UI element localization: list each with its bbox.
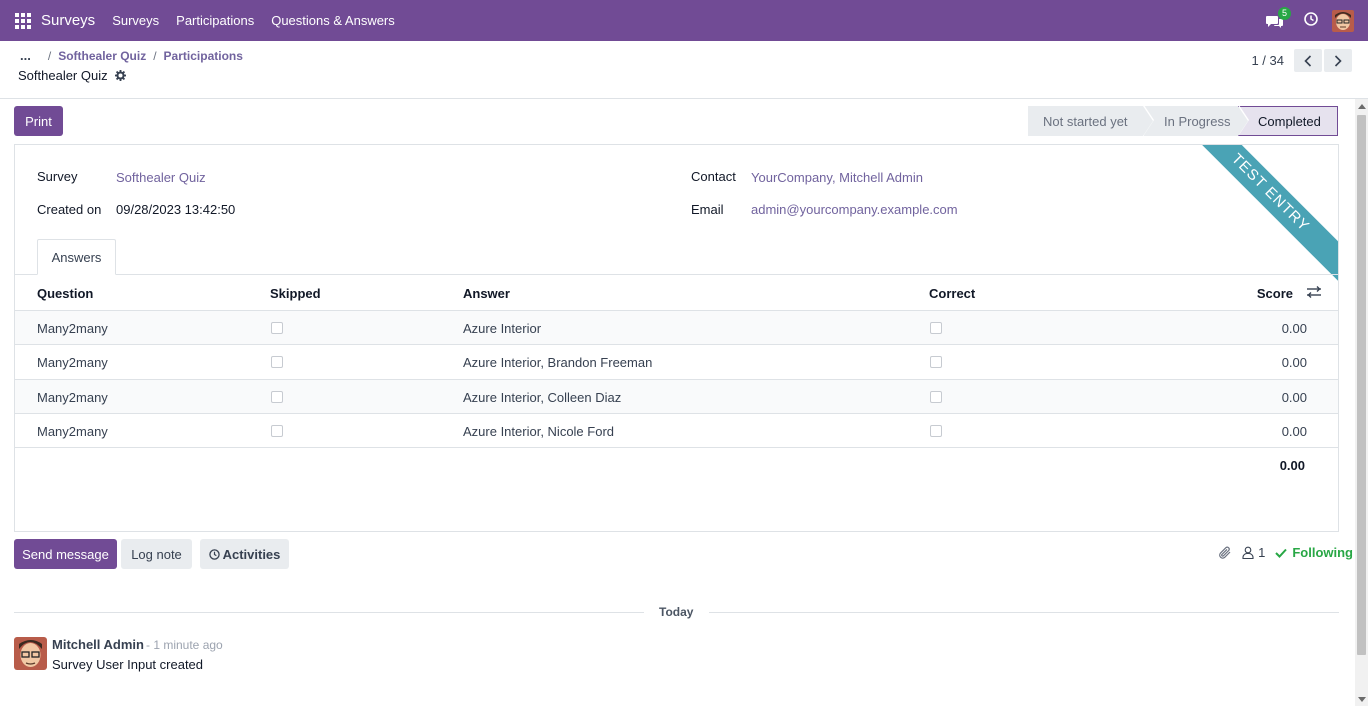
message-time: - 1 minute ago bbox=[146, 638, 223, 652]
breadcrumb-ellipsis[interactable]: ... bbox=[20, 48, 31, 63]
message-author[interactable]: Mitchell Admin bbox=[52, 637, 144, 652]
menu-participations[interactable]: Participations bbox=[176, 13, 254, 28]
col-question[interactable]: Question bbox=[37, 286, 93, 301]
check-icon bbox=[1275, 548, 1288, 558]
table-row[interactable]: Many2many Azure Interior, Brandon Freema… bbox=[15, 344, 1338, 379]
stage-in-progress[interactable]: In Progress bbox=[1143, 105, 1249, 136]
correct-checkbox bbox=[930, 391, 942, 403]
correct-checkbox bbox=[930, 425, 942, 437]
top-navbar: Surveys Surveys Participations Questions… bbox=[0, 0, 1368, 41]
col-skipped[interactable]: Skipped bbox=[270, 286, 321, 301]
message-author-avatar[interactable] bbox=[14, 637, 47, 670]
record-title-text: Softhealer Quiz bbox=[18, 68, 108, 83]
breadcrumb-participations[interactable]: Participations bbox=[164, 49, 243, 63]
col-correct[interactable]: Correct bbox=[929, 286, 975, 301]
table-row[interactable]: Many2many Azure Interior 0.00 bbox=[15, 310, 1338, 345]
skipped-checkbox bbox=[271, 356, 283, 368]
clock-icon bbox=[1304, 12, 1318, 26]
survey-label: Survey bbox=[37, 169, 78, 184]
pager-next-button[interactable] bbox=[1324, 49, 1352, 72]
col-score[interactable]: Score bbox=[1257, 286, 1293, 301]
chevron-left-icon bbox=[1304, 54, 1312, 67]
created-on-value: 09/28/2023 13:42:50 bbox=[116, 202, 236, 217]
user-avatar[interactable] bbox=[1332, 9, 1354, 32]
record-title: Softhealer Quiz bbox=[18, 68, 126, 83]
followers-count: 1 bbox=[1258, 545, 1266, 560]
pager: 1 / 34 bbox=[1251, 49, 1352, 72]
clock-icon bbox=[208, 548, 220, 560]
breadcrumb-survey[interactable]: Softhealer Quiz bbox=[58, 49, 146, 63]
score-total: 0.00 bbox=[1279, 458, 1305, 473]
log-note-button[interactable]: Log note bbox=[121, 539, 192, 569]
contact-link[interactable]: YourCompany, Mitchell Admin bbox=[751, 170, 923, 185]
skipped-checkbox bbox=[271, 322, 283, 334]
scroll-thumb[interactable] bbox=[1357, 115, 1366, 655]
stage-completed[interactable]: Completed bbox=[1238, 106, 1338, 136]
chatter-topbar-right: 1 Following bbox=[1218, 545, 1353, 560]
correct-checkbox bbox=[930, 322, 942, 334]
col-answer[interactable]: Answer bbox=[463, 286, 510, 301]
email-link[interactable]: admin@yourcompany.example.com bbox=[751, 202, 958, 217]
user-icon bbox=[1242, 546, 1254, 559]
scroll-down-arrow[interactable] bbox=[1358, 697, 1366, 702]
app-brand[interactable]: Surveys bbox=[41, 12, 95, 29]
correct-checkbox bbox=[930, 356, 942, 368]
messaging-button[interactable]: 5 bbox=[1266, 6, 1292, 33]
stage-not-started[interactable]: Not started yet bbox=[1028, 105, 1154, 136]
pager-previous-button[interactable] bbox=[1294, 49, 1322, 72]
page-scrollbar[interactable] bbox=[1355, 99, 1368, 706]
send-message-button[interactable]: Send message bbox=[14, 539, 117, 569]
activity-button[interactable] bbox=[1304, 12, 1318, 29]
survey-link[interactable]: Softhealer Quiz bbox=[116, 170, 206, 185]
apps-menu-icon[interactable] bbox=[15, 12, 31, 29]
table-row[interactable]: Many2many Azure Interior, Colleen Diaz 0… bbox=[15, 379, 1338, 414]
breadcrumb: ... / Softhealer Quiz / Participations bbox=[20, 48, 243, 63]
following-button[interactable]: Following bbox=[1275, 545, 1353, 560]
skipped-checkbox bbox=[271, 425, 283, 437]
chat-count-badge: 5 bbox=[1278, 6, 1292, 20]
table-row[interactable]: Many2many Azure Interior, Nicole Ford 0.… bbox=[15, 413, 1338, 448]
print-button[interactable]: Print bbox=[14, 106, 63, 136]
scroll-up-arrow[interactable] bbox=[1358, 104, 1366, 109]
chevron-right-icon bbox=[1334, 54, 1342, 67]
paperclip-icon[interactable] bbox=[1218, 545, 1232, 560]
followers-button[interactable]: 1 bbox=[1242, 545, 1265, 560]
gear-icon[interactable] bbox=[114, 70, 126, 81]
email-label: Email bbox=[691, 202, 724, 217]
menu-questions-answers[interactable]: Questions & Answers bbox=[271, 13, 395, 28]
form-sheet: TEST ENTRY Survey Softhealer Quiz Create… bbox=[14, 144, 1339, 532]
skipped-checkbox bbox=[271, 391, 283, 403]
optional-columns-icon[interactable] bbox=[1307, 286, 1321, 298]
created-on-label: Created on bbox=[37, 202, 102, 217]
message-body: Survey User Input created bbox=[52, 657, 204, 672]
tab-answers[interactable]: Answers bbox=[37, 239, 116, 275]
activities-button[interactable]: Activities bbox=[200, 539, 289, 569]
menu-surveys[interactable]: Surveys bbox=[112, 13, 159, 28]
pager-value[interactable]: 1 / 34 bbox=[1251, 53, 1284, 68]
date-separator: Today bbox=[659, 605, 694, 619]
statusbar: Not started yet In Progress Completed bbox=[1028, 105, 1338, 136]
test-entry-ribbon: TEST ENTRY bbox=[1175, 145, 1338, 288]
contact-label: Contact bbox=[691, 169, 736, 184]
